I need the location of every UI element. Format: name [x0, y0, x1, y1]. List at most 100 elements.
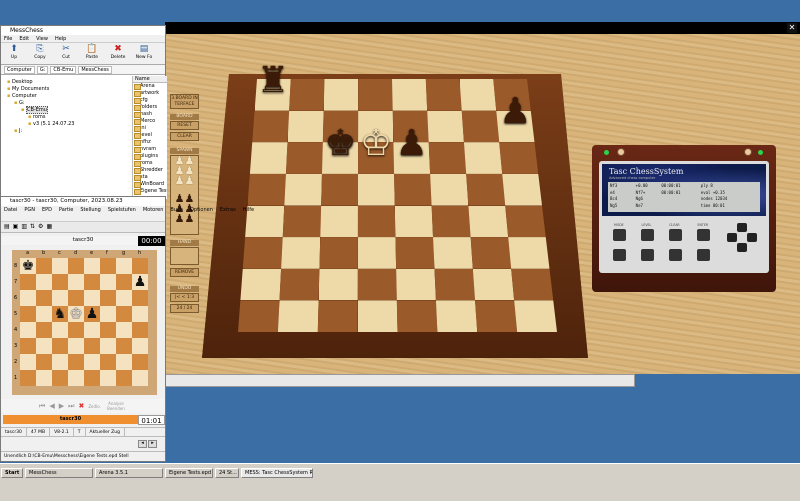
stop-icon[interactable]: ✖	[78, 402, 84, 410]
tree-node[interactable]: ▪ My Documents	[7, 86, 49, 92]
board-square[interactable]	[461, 110, 499, 143]
taskbar-item-messchess[interactable]: MessChess	[25, 468, 93, 478]
file-list-item[interactable]: artwork	[133, 90, 167, 97]
scroll-left-icon[interactable]: ◂	[138, 440, 147, 448]
dpad-down-icon[interactable]	[737, 243, 747, 252]
black-pawn-icon[interactable]: ♟	[84, 306, 100, 322]
board-square[interactable]	[287, 110, 324, 143]
board-square[interactable]	[318, 268, 358, 301]
black-king-icon[interactable]: ♚	[20, 258, 36, 274]
new-game-icon[interactable]: ▤	[4, 224, 10, 230]
arena-square[interactable]	[84, 322, 100, 338]
arena-menu-item[interactable]: Hilfe	[243, 207, 254, 213]
arena-square[interactable]	[36, 290, 52, 306]
arena-square[interactable]	[20, 306, 36, 322]
board-square[interactable]	[425, 79, 462, 111]
arena-square[interactable]	[100, 274, 116, 290]
menu-item-edit[interactable]: Edit	[19, 36, 29, 42]
board-square[interactable]	[252, 110, 290, 143]
arena-square[interactable]	[36, 370, 52, 386]
device-button-1[interactable]	[612, 229, 626, 241]
device-button-3[interactable]	[668, 229, 682, 241]
board-square[interactable]	[427, 110, 464, 143]
file-list-item[interactable]: nfhz	[133, 139, 167, 146]
arena-square[interactable]	[116, 322, 132, 338]
board-square[interactable]	[433, 237, 473, 269]
board-square[interactable]	[282, 205, 322, 238]
device-button-5[interactable]	[612, 249, 626, 261]
arena-square[interactable]	[84, 274, 100, 290]
board-square[interactable]	[466, 173, 506, 206]
address-segment[interactable]: MessChess	[78, 66, 112, 74]
white-king-icon[interactable]: ♔	[68, 306, 84, 322]
file-list-item[interactable]: WinBoard	[133, 181, 167, 188]
arena-square[interactable]	[100, 306, 116, 322]
mess-title-bar[interactable]	[165, 22, 800, 34]
arena-square[interactable]	[132, 338, 148, 354]
arena-square[interactable]	[36, 274, 52, 290]
arena-square[interactable]	[68, 338, 84, 354]
open-icon[interactable]: ▣	[13, 224, 19, 230]
board-square[interactable]	[435, 300, 478, 332]
file-list-item[interactable]: cfg	[133, 97, 167, 104]
file-list-item[interactable]: Eigene Tests	[133, 188, 167, 195]
arena-square[interactable]	[52, 370, 68, 386]
board-square[interactable]	[499, 142, 539, 174]
flip-board-icon[interactable]: ⇅	[30, 224, 35, 230]
board-square[interactable]	[281, 237, 321, 269]
arena-menu-item[interactable]: Extras	[220, 207, 236, 213]
arena-square[interactable]	[100, 354, 116, 370]
address-segment[interactable]: G:	[36, 66, 49, 74]
arena-square[interactable]	[116, 274, 132, 290]
board-square[interactable]	[249, 142, 288, 174]
address-segment[interactable]: CB-Emu	[50, 66, 77, 74]
board-square[interactable]	[505, 205, 546, 238]
arena-square[interactable]	[100, 290, 116, 306]
board-square[interactable]	[508, 237, 550, 269]
arena-square[interactable]	[52, 274, 68, 290]
arena-square[interactable]	[100, 322, 116, 338]
file-list-item[interactable]: hash	[133, 111, 167, 118]
mess-horizontal-scrollbar[interactable]	[165, 374, 635, 387]
board-square[interactable]	[463, 142, 503, 174]
arena-square[interactable]	[132, 322, 148, 338]
arena-square[interactable]	[84, 258, 100, 274]
address-segment[interactable]: Computer	[4, 66, 35, 74]
tree-node[interactable]: ▪ v3 (5.1 24.07.23	[28, 121, 74, 127]
last-move-icon[interactable]: ⏭	[68, 402, 74, 410]
taskbar-item-24st[interactable]: 24 St...	[215, 468, 239, 478]
save-icon[interactable]: ▥	[21, 224, 27, 230]
tree-node[interactable]: ▪ J:	[14, 128, 22, 134]
paste-button[interactable]: 📋 Paste	[79, 43, 105, 64]
cut-button[interactable]: ✂ Cut	[53, 43, 79, 64]
file-list-item[interactable]: roms	[133, 160, 167, 167]
arena-menu-item[interactable]: Optionen	[190, 207, 213, 213]
board-square[interactable]	[514, 300, 557, 332]
board-square[interactable]	[358, 79, 393, 111]
right-knob-icon[interactable]	[744, 148, 752, 156]
arena-square[interactable]	[116, 258, 132, 274]
file-list-item[interactable]: plugins	[133, 153, 167, 160]
white-king-icon[interactable]: ♔	[360, 126, 392, 162]
arena-square[interactable]	[52, 354, 68, 370]
arena-square[interactable]	[20, 274, 36, 290]
new-folder-button[interactable]: ▤ New Fo	[131, 43, 157, 64]
dpad-up-icon[interactable]	[737, 223, 747, 232]
board-square[interactable]	[357, 300, 398, 332]
menu-item-help[interactable]: Help	[55, 36, 66, 42]
board-square[interactable]	[320, 205, 358, 238]
taskbar-item-arena[interactable]: Arena 3.5.1	[95, 468, 163, 478]
file-list-item[interactable]: Arena	[133, 83, 167, 90]
arena-square[interactable]	[84, 370, 100, 386]
arena-square[interactable]	[116, 338, 132, 354]
arena-square[interactable]	[132, 370, 148, 386]
arena-square[interactable]	[52, 290, 68, 306]
menu-item-file[interactable]: File	[4, 36, 12, 42]
engine-icon[interactable]: ⚙	[38, 224, 43, 230]
arena-square[interactable]	[68, 258, 84, 274]
board-square[interactable]	[247, 173, 286, 206]
board-square[interactable]	[395, 237, 435, 269]
arena-menu-item[interactable]: PGN	[24, 207, 35, 213]
dpad-left-icon[interactable]	[727, 233, 737, 242]
arena-square[interactable]	[36, 322, 52, 338]
